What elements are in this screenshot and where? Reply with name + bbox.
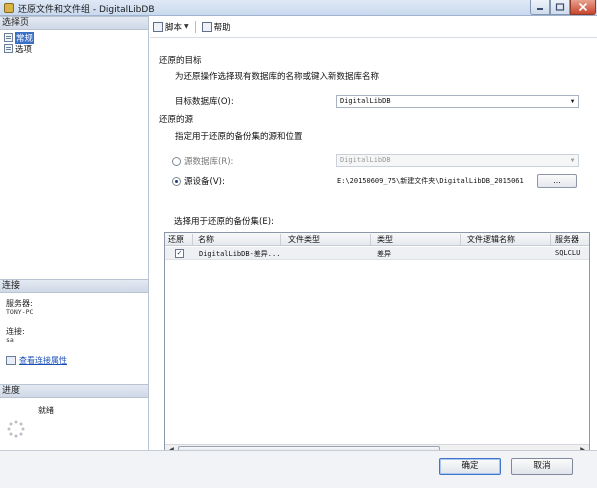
radio-indicator	[172, 176, 181, 186]
page-item-label: 选项	[15, 44, 33, 55]
grid-header: 还原 名称 文件类型 类型 文件逻辑名称 服务器	[165, 233, 589, 246]
radio-indicator	[172, 156, 181, 166]
maximize-button[interactable]	[550, 0, 570, 15]
title-bar: 还原文件和文件组 - DigitalLibDB	[0, 0, 597, 16]
source-device-path: E:\20150609_75\新建文件夹\DigitalLibDB_201506…	[337, 177, 524, 185]
chevron-down-icon: ▼	[184, 23, 189, 30]
restore-target-instruction: 为还原操作选择现有数据库的名称或键入新数据库名称	[175, 72, 380, 82]
backup-sets-grid: 还原 名称 文件类型 类型 文件逻辑名称 服务器 ✓ DigitalLibDB-…	[164, 232, 590, 456]
source-device-label: 源设备(V):	[184, 177, 225, 187]
maximize-icon	[555, 3, 565, 11]
source-database-label: 源数据库(R):	[184, 157, 234, 167]
column-header[interactable]: 文件逻辑名称	[467, 234, 515, 245]
column-separator[interactable]	[280, 234, 281, 245]
source-database-radio[interactable]: 源数据库(R):	[172, 155, 233, 167]
dialog-button-bar: 确定 取消	[0, 450, 597, 488]
restore-checkbox[interactable]: ✓	[175, 249, 184, 258]
page-item-options[interactable]: 选项	[4, 43, 33, 55]
left-pane: 选择页 常规 选项 连接 服务器: TONY-PC 连接: sa 查看连接属性 …	[0, 16, 149, 450]
target-database-label: 目标数据库(O):	[175, 97, 234, 107]
script-label: 脚本	[165, 22, 183, 33]
column-header[interactable]: 名称	[198, 234, 214, 245]
restore-target-section-label: 还原的目标	[159, 56, 202, 66]
page-item-general[interactable]: 常规	[4, 31, 35, 44]
connection-header: 连接	[0, 279, 148, 293]
restore-source-instruction: 指定用于还原的备份集的源和位置	[175, 132, 303, 142]
view-connection-properties-label: 查看连接属性	[19, 356, 67, 365]
source-database-combo[interactable]: DigitalLibDB ▼	[336, 154, 579, 167]
app-icon	[4, 3, 14, 13]
page-icon	[4, 33, 13, 42]
close-button[interactable]	[570, 0, 596, 15]
toolbar: 脚本 ▼ 帮助	[150, 16, 597, 38]
backup-sets-label: 选择用于还原的备份集(E):	[174, 217, 274, 227]
column-separator[interactable]	[370, 234, 371, 245]
window-title: 还原文件和文件组 - DigitalLibDB	[18, 5, 155, 15]
page-icon	[4, 44, 13, 53]
chevron-down-icon: ▼	[570, 157, 575, 164]
progress-header: 进度	[0, 384, 148, 398]
ok-button[interactable]: 确定	[439, 458, 501, 475]
help-icon	[201, 21, 212, 32]
server-value: TONY-PC	[6, 308, 34, 316]
help-label: 帮助	[213, 22, 231, 33]
backup-set-server: SQLCLU	[555, 249, 581, 257]
target-database-combo[interactable]: DigitalLibDB ▼	[336, 95, 579, 108]
toolbar-separator	[194, 20, 196, 33]
browse-button[interactable]: ...	[537, 174, 577, 188]
target-database-value: DigitalLibDB	[340, 97, 391, 105]
chevron-down-icon: ▼	[570, 98, 575, 105]
restore-source-section-label: 还原的源	[159, 115, 194, 125]
source-device-radio[interactable]: 源设备(V):	[172, 175, 225, 187]
connection-value: sa	[6, 336, 14, 344]
progress-status: 就绪	[38, 406, 54, 415]
backup-set-name: DigitalLibDB-差异...	[199, 250, 281, 258]
close-icon	[578, 2, 588, 12]
script-button[interactable]: 脚本 ▼	[153, 21, 189, 33]
properties-icon	[6, 356, 16, 365]
source-database-value: DigitalLibDB	[340, 156, 391, 164]
column-header[interactable]: 文件类型	[288, 234, 320, 245]
progress-spinner-icon	[7, 420, 25, 438]
column-separator[interactable]	[192, 234, 193, 245]
column-header[interactable]: 类型	[377, 234, 393, 245]
script-icon	[153, 21, 163, 32]
minimize-icon	[537, 8, 543, 10]
table-row[interactable]: ✓ DigitalLibDB-差异... 差异 SQLCLU	[165, 247, 589, 260]
column-separator[interactable]	[550, 234, 551, 245]
column-separator[interactable]	[460, 234, 461, 245]
view-connection-properties-link[interactable]: 查看连接属性	[6, 355, 67, 366]
backup-set-type: 差异	[377, 250, 391, 258]
column-header[interactable]: 还原	[168, 234, 184, 245]
minimize-button[interactable]	[530, 0, 550, 15]
help-button[interactable]: 帮助	[201, 21, 231, 33]
column-header[interactable]: 服务器	[555, 234, 579, 245]
cancel-button[interactable]: 取消	[511, 458, 573, 475]
select-page-header: 选择页	[0, 16, 148, 30]
main-pane: 脚本 ▼ 帮助 还原的目标 为还原操作选择现有数据库的名称或键入新数据库名称 目…	[150, 16, 597, 456]
